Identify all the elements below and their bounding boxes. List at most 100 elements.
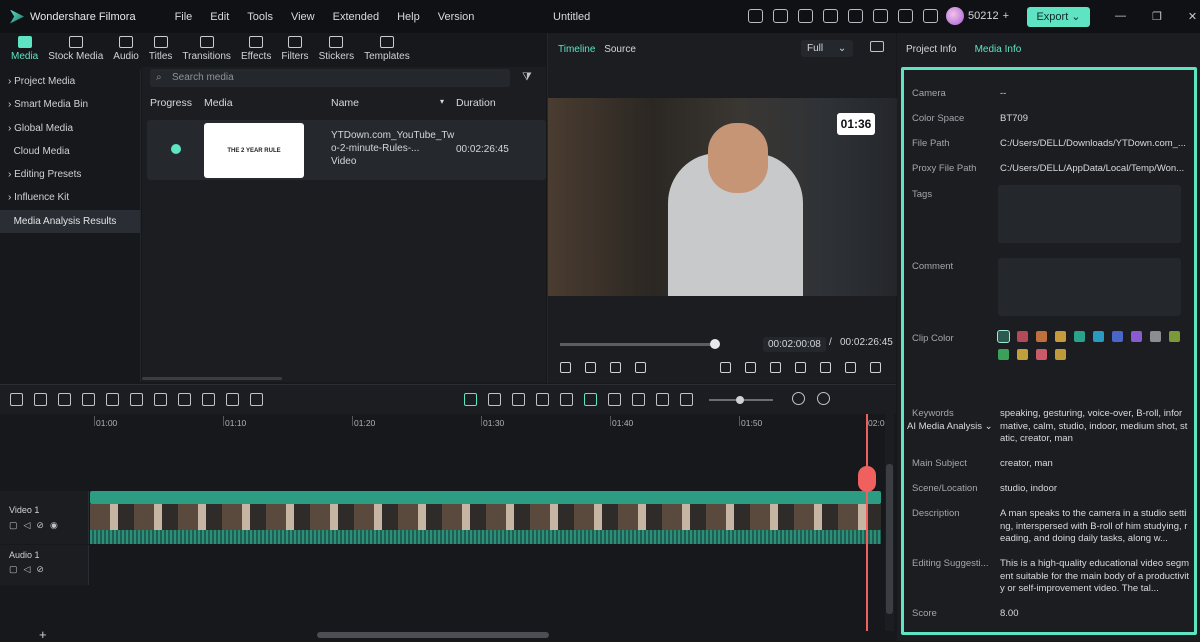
unlink-icon[interactable] <box>632 393 645 406</box>
play-icon[interactable] <box>610 362 621 373</box>
close-icon[interactable]: ✕ <box>1188 10 1197 23</box>
layout-icon[interactable] <box>798 9 813 23</box>
clip-color-swatch[interactable] <box>997 330 1010 343</box>
zoom-slider-knob[interactable] <box>736 396 744 404</box>
vscroll-thumb[interactable] <box>886 464 893 614</box>
avatar[interactable] <box>946 7 964 25</box>
menu-edit[interactable]: Edit <box>201 11 238 23</box>
search-input[interactable]: Search media <box>150 69 510 87</box>
zoom-out-icon[interactable] <box>680 393 693 406</box>
header-name[interactable]: Name <box>331 97 359 109</box>
tab-project-info[interactable]: Project Info <box>906 44 957 55</box>
header-media[interactable]: Media <box>204 97 233 109</box>
credits[interactable]: 50212 + <box>946 7 1009 25</box>
mark-out-icon[interactable] <box>770 362 781 373</box>
clip-color-swatch[interactable] <box>1074 331 1085 342</box>
comment-input[interactable] <box>998 258 1181 316</box>
current-time[interactable]: 00:02:00:08 <box>763 337 826 352</box>
maximize-icon[interactable]: ❐ <box>1152 10 1162 23</box>
clip-color-swatch[interactable] <box>1036 331 1047 342</box>
delete-icon[interactable] <box>106 393 119 406</box>
minimize-icon[interactable]: — <box>1115 10 1126 23</box>
shield-icon[interactable] <box>512 393 525 406</box>
send-icon[interactable] <box>748 9 763 23</box>
menu-version[interactable]: Version <box>429 11 484 23</box>
timeline-vscroll[interactable] <box>885 414 894 631</box>
clip-color-swatch[interactable] <box>1131 331 1142 342</box>
render-preview-icon[interactable] <box>488 393 501 406</box>
clip-color-swatch[interactable] <box>1150 331 1161 342</box>
crop-icon[interactable] <box>178 393 191 406</box>
ai-copilot-icon[interactable] <box>464 393 477 406</box>
sidebar-item-global-media[interactable]: › Global Media <box>0 117 140 140</box>
quality-select[interactable]: Full ⌄ <box>801 40 853 57</box>
scrubber-knob[interactable] <box>710 339 720 349</box>
clip-color-swatch[interactable] <box>1169 331 1180 342</box>
timeline-hscroll[interactable] <box>317 632 549 638</box>
tab-source[interactable]: Source <box>604 44 636 55</box>
cloud-icon[interactable] <box>873 9 888 23</box>
sidebar-item-project-media[interactable]: › Project Media <box>0 70 140 93</box>
sidebar-item-editing-presets[interactable]: › Editing Presets <box>0 163 140 186</box>
menu-icon[interactable] <box>923 9 938 23</box>
menu-tools[interactable]: Tools <box>238 11 282 23</box>
fit-icon[interactable] <box>656 393 669 406</box>
tags-input[interactable] <box>998 185 1181 243</box>
tab-stickers[interactable]: Stickers <box>314 36 360 67</box>
ai-analysis-heading[interactable]: AI Media Analysis ⌄ <box>907 421 993 432</box>
table-row[interactable]: THE 2 YEAR RULE YTDown.com_YouTube_Tw o-… <box>147 120 546 180</box>
browser-scrollbar[interactable] <box>142 377 282 380</box>
clip-color-swatch[interactable] <box>1093 331 1104 342</box>
audio-waveform[interactable] <box>90 530 881 544</box>
playhead[interactable] <box>866 414 868 631</box>
caption-icon[interactable] <box>608 393 621 406</box>
sidebar-item-influence-kit[interactable]: › Influence Kit <box>0 186 140 209</box>
stop-icon[interactable] <box>635 362 646 373</box>
video-track-icons[interactable]: ▢◁⊘◉ <box>9 520 64 531</box>
audio-track-icons[interactable]: ▢◁⊘ <box>9 564 50 575</box>
playhead-scissors-icon[interactable] <box>858 466 876 492</box>
image-icon[interactable] <box>870 41 884 52</box>
tag-icon[interactable] <box>202 393 215 406</box>
video-canvas[interactable]: 01:36 <box>548 98 897 296</box>
plus-icon[interactable]: + <box>1003 10 1009 22</box>
step-back-icon[interactable] <box>560 362 571 373</box>
fullscreen-icon[interactable] <box>870 362 881 373</box>
tab-timeline[interactable]: Timeline <box>558 44 595 55</box>
timeline-settings-icon[interactable] <box>817 392 830 405</box>
settings-icon[interactable] <box>795 362 806 373</box>
redo-icon[interactable] <box>82 393 95 406</box>
zoom-slider[interactable] <box>709 396 773 404</box>
grid-icon[interactable] <box>10 393 23 406</box>
snap-icon[interactable] <box>584 393 597 406</box>
video-clip-bar[interactable] <box>90 491 881 504</box>
menu-view[interactable]: View <box>282 11 324 23</box>
marker-icon[interactable] <box>536 393 549 406</box>
snapshot-icon[interactable] <box>820 362 831 373</box>
split-audio-icon[interactable] <box>560 393 573 406</box>
clip-color-swatch[interactable] <box>1017 349 1028 360</box>
clip-color-swatch[interactable] <box>1055 349 1066 360</box>
undo-icon[interactable] <box>58 393 71 406</box>
filter-icon[interactable]: ⧩ <box>522 71 532 84</box>
headset-icon[interactable] <box>898 9 913 23</box>
tab-media[interactable]: Media <box>6 36 43 67</box>
tab-titles[interactable]: Titles <box>144 36 178 67</box>
scissors-icon[interactable] <box>130 393 143 406</box>
notification-icon[interactable] <box>773 9 788 23</box>
header-duration[interactable]: Duration <box>456 97 496 109</box>
playback-scrubber[interactable] <box>560 339 720 349</box>
render-icon[interactable] <box>845 362 856 373</box>
tab-stock-media[interactable]: Stock Media <box>43 36 108 67</box>
menu-extended[interactable]: Extended <box>324 11 388 23</box>
header-progress[interactable]: Progress <box>150 97 192 109</box>
sidebar-item-smart-media-bin[interactable]: › Smart Media Bin <box>0 93 140 116</box>
timeline-ruler[interactable]: 01:00 01:10 01:20 01:30 01:40 01:50 02:0 <box>89 414 885 436</box>
zoom-in-icon[interactable] <box>792 392 805 405</box>
export-button[interactable]: Export ⌄ <box>1027 7 1090 27</box>
tab-media-info[interactable]: Media Info <box>975 44 1022 55</box>
speed-icon[interactable] <box>226 393 239 406</box>
clip-color-swatch[interactable] <box>1055 331 1066 342</box>
play-from-start-icon[interactable] <box>585 362 596 373</box>
clip-color-swatch[interactable] <box>1036 349 1047 360</box>
